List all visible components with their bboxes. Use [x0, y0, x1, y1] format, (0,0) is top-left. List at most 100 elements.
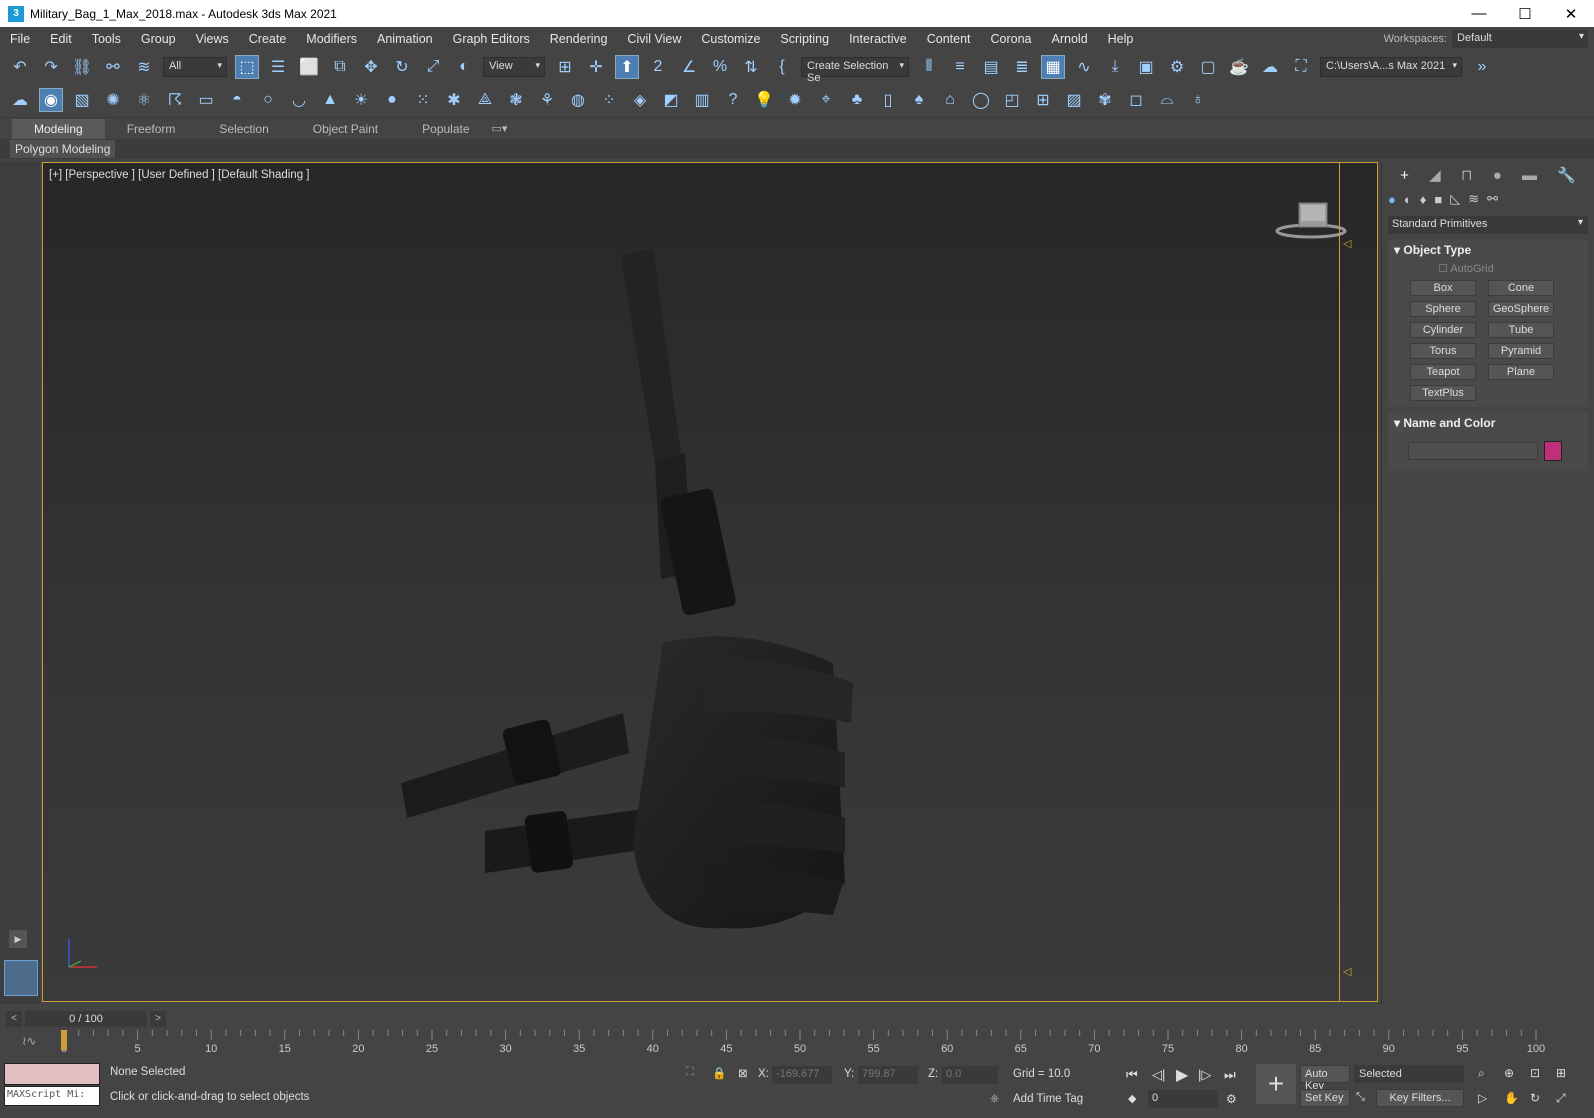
viewcube-icon[interactable]	[1275, 199, 1347, 243]
object-type-header[interactable]: ▾ Object Type	[1388, 240, 1588, 260]
ring-icon[interactable]: ◯	[969, 88, 993, 112]
frame-buffer-icon[interactable]: ▨	[1062, 88, 1086, 112]
shader-icon[interactable]: ◩	[659, 88, 683, 112]
fog-icon[interactable]: ☈	[163, 88, 187, 112]
fur-icon[interactable]: ❃	[504, 88, 528, 112]
autogrid-checkbox[interactable]: ☐ AutoGrid	[1388, 260, 1588, 278]
box-button[interactable]: Box	[1410, 280, 1476, 296]
time-tag-icon[interactable]: ⎈	[990, 1093, 999, 1106]
menu-views[interactable]: Views	[186, 32, 239, 46]
time-next-icon[interactable]: >	[150, 1011, 166, 1027]
menu-animation[interactable]: Animation	[367, 32, 443, 46]
rectangular-selection-icon[interactable]: ⬜	[297, 55, 321, 79]
tab-object-paint[interactable]: Object Paint	[291, 119, 400, 139]
object-name-field[interactable]	[1408, 442, 1538, 460]
teapot-render-icon[interactable]: ☁	[8, 88, 32, 112]
proxy-icon[interactable]: ✱	[442, 88, 466, 112]
pyramid-button[interactable]: Pyramid	[1488, 343, 1554, 359]
curve-editor-icon[interactable]: ∿	[1072, 55, 1096, 79]
zoom-extents-icon[interactable]: ⊡	[1530, 1066, 1540, 1080]
name-and-color-header[interactable]: ▾ Name and Color	[1388, 413, 1588, 433]
key-mode-toggle-icon[interactable]: ◆	[1128, 1092, 1136, 1105]
multi-material-icon[interactable]: ⁘	[597, 88, 621, 112]
camera-icon[interactable]: ⌖	[814, 88, 838, 112]
undo-icon[interactable]: ↶	[8, 55, 32, 79]
light-lister-icon[interactable]: ✺	[101, 88, 125, 112]
shape-icon[interactable]: ⟁	[473, 88, 497, 112]
military-bag-model[interactable]	[393, 243, 873, 943]
material-editor-icon[interactable]: ▣	[1134, 55, 1158, 79]
render-setup-icon[interactable]: ⚙	[1165, 55, 1189, 79]
maxscript-listener-field[interactable]	[4, 1063, 100, 1085]
isolate-selection-icon[interactable]: ⛶	[686, 1066, 694, 1079]
a360-gallery-icon[interactable]: ⛶	[1289, 55, 1313, 79]
goto-start-icon[interactable]: ⏮	[1126, 1067, 1138, 1083]
pine-tree-icon[interactable]: ♠	[907, 88, 931, 112]
bowl-light-icon[interactable]: ◡	[287, 88, 311, 112]
current-time-marker[interactable]	[61, 1030, 67, 1050]
close-button[interactable]: ✕	[1548, 0, 1594, 27]
polygon-modeling-label[interactable]: Polygon Modeling	[10, 140, 116, 158]
sky-icon[interactable]: ●	[380, 88, 404, 112]
teapot-button[interactable]: Teapot	[1410, 364, 1476, 380]
pan-icon[interactable]: ✋	[1504, 1091, 1519, 1105]
angle-snap-icon[interactable]: ∠	[677, 55, 701, 79]
converter-icon[interactable]: ▥	[690, 88, 714, 112]
geosphere-button[interactable]: GeoSphere	[1488, 301, 1554, 317]
sphere-light-icon[interactable]: ○	[256, 88, 280, 112]
auto-key-button[interactable]: Auto Key	[1300, 1065, 1350, 1092]
textplus-button[interactable]: TextPlus	[1410, 385, 1476, 401]
zoom-extents-all-icon[interactable]: ⊞	[1556, 1066, 1566, 1080]
book-icon[interactable]: ▯	[876, 88, 900, 112]
environment-icon[interactable]: ◰	[1000, 88, 1024, 112]
texture-icon[interactable]: ◈	[628, 88, 652, 112]
systems-icon[interactable]: ⚯	[1487, 191, 1498, 207]
object-color-swatch[interactable]	[1544, 441, 1562, 461]
menu-rendering[interactable]: Rendering	[540, 32, 618, 46]
box-outline-icon[interactable]: ◻	[1124, 88, 1148, 112]
rotate-icon[interactable]: ↻	[390, 55, 414, 79]
snaps-toggle-icon[interactable]: 2	[646, 55, 670, 79]
plane-button[interactable]: Plane	[1488, 364, 1554, 380]
help-icon[interactable]: ?	[721, 88, 745, 112]
denoise-icon[interactable]: ✾	[1093, 88, 1117, 112]
project-folder-dropdown[interactable]: C:\Users\A...s Max 2021	[1320, 57, 1462, 77]
layer-explorer-icon[interactable]: ≣	[1010, 55, 1034, 79]
play-icon[interactable]: ▶	[1176, 1065, 1188, 1085]
current-frame-field[interactable]: 0	[1148, 1090, 1218, 1108]
workspace-dropdown[interactable]: Default	[1452, 30, 1588, 48]
time-config-icon[interactable]: ⚙	[1226, 1092, 1237, 1106]
prev-frame-icon[interactable]: ◁|	[1152, 1067, 1165, 1083]
place-icon[interactable]: ◐	[452, 55, 476, 79]
render-in-cloud-icon[interactable]: ☁	[1258, 55, 1282, 79]
named-selection-set-dropdown[interactable]: Create Selection Se	[801, 57, 909, 83]
tree-icon[interactable]: ♣	[845, 88, 869, 112]
space-warps-icon[interactable]: ≋	[1468, 191, 1479, 207]
time-prev-icon[interactable]: <	[6, 1011, 22, 1027]
maxscript-mini-listener[interactable]: MAXScript Mi:	[4, 1086, 100, 1106]
menu-corona[interactable]: Corona	[981, 32, 1042, 46]
expand-arrow-icon[interactable]: ▶	[9, 930, 27, 948]
tab-modeling[interactable]: Modeling	[12, 118, 105, 139]
hierarchy-tab-icon[interactable]: ⊓	[1461, 166, 1473, 184]
track-bar[interactable]: ≀∿ 0510152025303540455055606570758085909…	[0, 1030, 1594, 1056]
utilities-tab-icon[interactable]: 🔧	[1557, 166, 1576, 184]
plane-light-icon[interactable]: ▭	[194, 88, 218, 112]
bind-space-warp-icon[interactable]: ≋	[132, 55, 156, 79]
align-icon[interactable]: ≡	[948, 55, 972, 79]
toolbar-overflow-icon[interactable]: »	[1470, 55, 1494, 79]
select-object-icon[interactable]: ⬚	[235, 55, 259, 79]
menu-interactive[interactable]: Interactive	[839, 32, 917, 46]
toggle-ribbon-icon[interactable]: ▦	[1041, 55, 1065, 79]
lights-icon[interactable]: ♦	[1420, 192, 1427, 207]
keyboard-shortcut-toggle-icon[interactable]: ⬆	[615, 55, 639, 79]
sun-icon[interactable]: ☀	[349, 88, 373, 112]
grid-icon[interactable]: ⊞	[1031, 88, 1055, 112]
primitive-category-dropdown[interactable]: Standard Primitives	[1388, 216, 1588, 234]
percent-snap-icon[interactable]: %	[708, 55, 732, 79]
set-key-button[interactable]: Set Key	[1300, 1089, 1350, 1107]
menu-edit[interactable]: Edit	[40, 32, 82, 46]
render-frame-icon[interactable]: ▧	[70, 88, 94, 112]
zoom-all-icon[interactable]: ⊕	[1504, 1066, 1514, 1080]
material-converter-icon[interactable]: ⚛	[132, 88, 156, 112]
